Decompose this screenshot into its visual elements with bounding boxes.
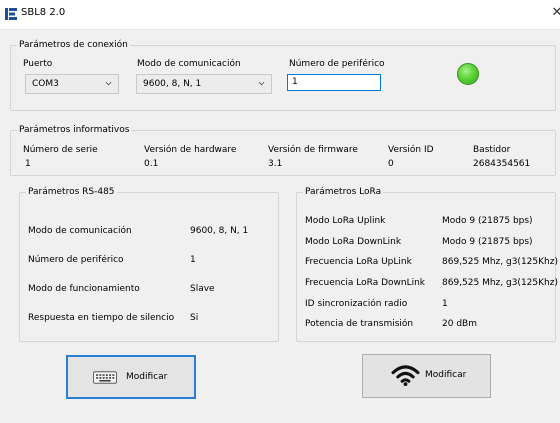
window-title: SBL8 2.0 (21, 7, 66, 18)
modify-rs485-label: Modificar (126, 372, 168, 382)
rs485-label: Número de periférico (28, 255, 124, 265)
chevron-down-icon (258, 81, 265, 86)
lora-value: Modo 9 (21875 bps) (442, 237, 533, 247)
chassis-value: 2684354561 (473, 159, 531, 169)
app-logo-icon (5, 8, 17, 20)
lora-label: Modo LoRa Uplink (305, 216, 386, 226)
port-select[interactable]: COM3 (25, 74, 119, 94)
info-group-title: Parámetros informativos (17, 125, 132, 135)
lora-label: ID sincronización radio (305, 299, 408, 309)
comm-mode-select[interactable]: 9600, 8, N, 1 (136, 74, 272, 94)
rs485-group: Parámetros RS-485 Modo de comunicación 9… (19, 187, 279, 342)
peripheral-input-value: 1 (292, 77, 298, 87)
peripheral-input[interactable]: 1 (287, 74, 381, 91)
lora-label: Frecuencia LoRa UpLink (305, 257, 412, 267)
comm-mode-select-value: 9600, 8, N, 1 (143, 79, 202, 89)
comm-mode-label: Modo de comunicación (137, 59, 241, 69)
modify-lora-label: Modificar (425, 370, 467, 380)
wifi-icon (391, 365, 420, 387)
lora-value: 1 (442, 299, 448, 309)
rs485-value: Slave (190, 284, 215, 294)
port-label: Puerto (23, 59, 53, 69)
chevron-down-icon (105, 81, 112, 86)
peripheral-label: Número de periférico (289, 59, 385, 69)
lora-label: Modo LoRa DownLink (305, 237, 402, 247)
rs485-value: 1 (190, 255, 196, 265)
rs485-label: Modo de comunicación (28, 226, 132, 236)
chassis-label: Bastidor (473, 145, 511, 155)
rs485-value: 9600, 8, N, 1 (190, 226, 249, 236)
serial-number-label: Número de serie (23, 145, 98, 155)
modify-lora-button[interactable]: Modificar (362, 354, 491, 398)
lora-value: 869,525 Mhz, g3(125Khz) (442, 257, 558, 267)
hardware-version-value: 0.1 (144, 159, 159, 169)
rs485-label: Modo de funcionamiento (28, 284, 140, 294)
connection-status-led (457, 63, 479, 85)
lora-group-title: Parámetros LoRa (303, 187, 384, 197)
firmware-version-value: 3.1 (268, 159, 283, 169)
title-bar: SBL8 2.0 ✕ (0, 0, 560, 30)
connection-group-title: Parámetros de conexión (17, 40, 130, 50)
connection-group: Parámetros de conexión Puerto COM3 Modo … (10, 40, 556, 111)
rs485-value: Si (190, 313, 199, 323)
lora-group: Parámetros LoRa Modo LoRa Uplink Modo 9 … (296, 187, 558, 342)
lora-value: 20 dBm (442, 319, 477, 329)
port-select-value: COM3 (32, 79, 59, 89)
lora-value: Modo 9 (21875 bps) (442, 216, 533, 226)
lora-label: Potencia de transmisión (305, 319, 414, 329)
info-group: Parámetros informativos Número de serie … (10, 125, 556, 176)
close-icon[interactable]: ✕ (551, 5, 560, 20)
hardware-version-label: Versión de hardware (144, 145, 237, 155)
serial-number-value: 1 (25, 159, 31, 169)
keyboard-icon (93, 371, 117, 384)
id-version-label: Versión ID (388, 145, 434, 155)
rs485-group-title: Parámetros RS-485 (26, 187, 117, 197)
firmware-version-label: Versión de firmware (268, 145, 358, 155)
id-version-value: 0 (388, 159, 394, 169)
lora-value: 869,525 Mhz, g3(125Khz) (442, 278, 558, 288)
app-window: SBL8 2.0 ✕ Parámetros de conexión Puerto… (0, 0, 560, 423)
lora-label: Frecuencia LoRa DownLink (305, 278, 426, 288)
rs485-label: Respuesta en tiempo de silencio (28, 313, 175, 323)
modify-rs485-button[interactable]: Modificar (66, 355, 196, 399)
